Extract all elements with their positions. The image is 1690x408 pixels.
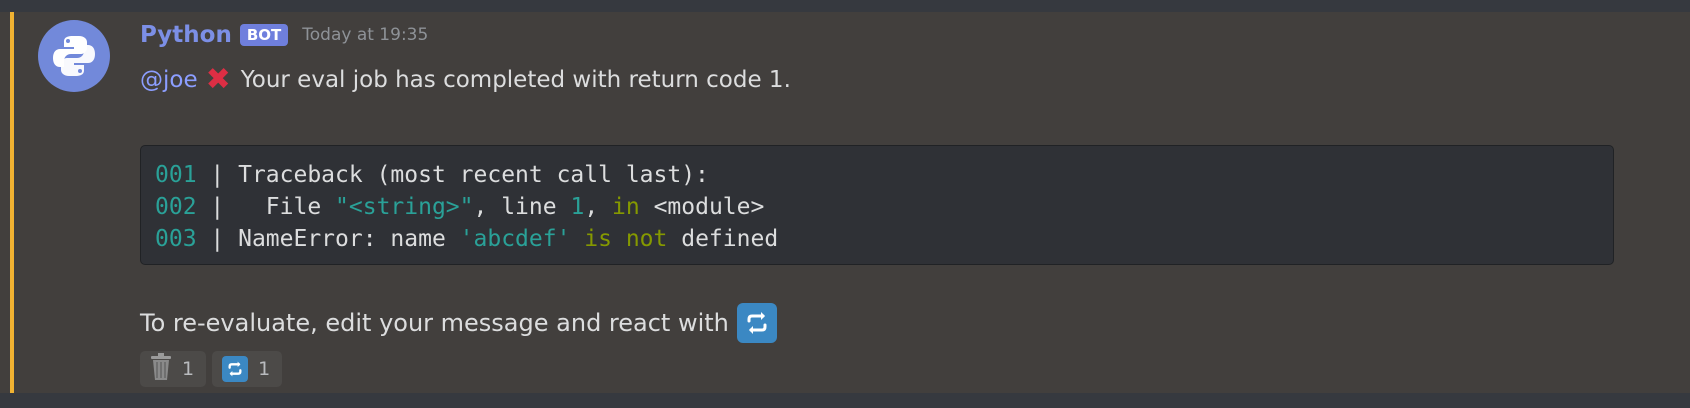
line-number: 003 [155, 226, 197, 252]
bot-badge: BOT [239, 24, 289, 46]
reaction-repeat[interactable]: 1 [212, 351, 283, 387]
footer-line: To re-evaluate, edit your message and re… [140, 303, 777, 343]
line-separator: | [196, 162, 239, 188]
code-token: , line [473, 194, 571, 220]
footer-text: To re-evaluate, edit your message and re… [140, 309, 729, 337]
code-token: , [584, 194, 613, 220]
code-token: 1 [570, 194, 585, 220]
chat-divider [0, 393, 1690, 408]
code-token: in [612, 194, 640, 220]
line-separator: | [196, 194, 239, 220]
line-separator: | [196, 226, 239, 252]
repeat-icon [736, 303, 777, 343]
python-logo-icon[interactable] [38, 20, 110, 92]
chat-message: Python BOT Today at 19:35 @joe ✖ Your ev… [0, 12, 1690, 393]
code-token: NameError: name [238, 226, 460, 252]
author-name[interactable]: Python [140, 22, 232, 48]
code-token: Traceback (most recent call last): [238, 162, 709, 188]
cross-mark-icon: ✖ [205, 62, 231, 97]
reaction-wastebasket[interactable]: 1 [140, 351, 207, 387]
reactions-bar: 1 1 [140, 351, 283, 387]
message-status-line: @joe ✖ Your eval job has completed with … [140, 62, 791, 98]
user-mention[interactable]: @joe [140, 67, 198, 93]
code-line: 002 | File "<string>", line 1, in <modul… [155, 191, 1599, 223]
line-number: 002 [155, 194, 197, 220]
message-accent-bar [10, 12, 14, 393]
line-number: 001 [155, 162, 197, 188]
code-line: 003 | NameError: name 'abcdef' is not de… [155, 223, 1599, 255]
code-token: <module> [639, 194, 765, 220]
message-header: Python BOT Today at 19:35 [140, 17, 428, 53]
code-token: defined [667, 226, 779, 252]
code-line: 001 | Traceback (most recent call last): [155, 159, 1599, 191]
message-timestamp[interactable]: Today at 19:35 [302, 25, 428, 45]
code-block: 001 | Traceback (most recent call last):… [140, 145, 1614, 265]
repeat-icon [222, 356, 249, 382]
code-token: File [238, 194, 336, 220]
code-token: is not [584, 226, 668, 252]
code-token: 'abcdef' [459, 226, 571, 252]
status-text: Your eval job has completed with return … [240, 67, 791, 93]
code-token: "<string>" [335, 194, 474, 220]
wastebasket-icon [150, 353, 172, 385]
reaction-count: 1 [182, 358, 195, 380]
reaction-count: 1 [258, 358, 271, 380]
